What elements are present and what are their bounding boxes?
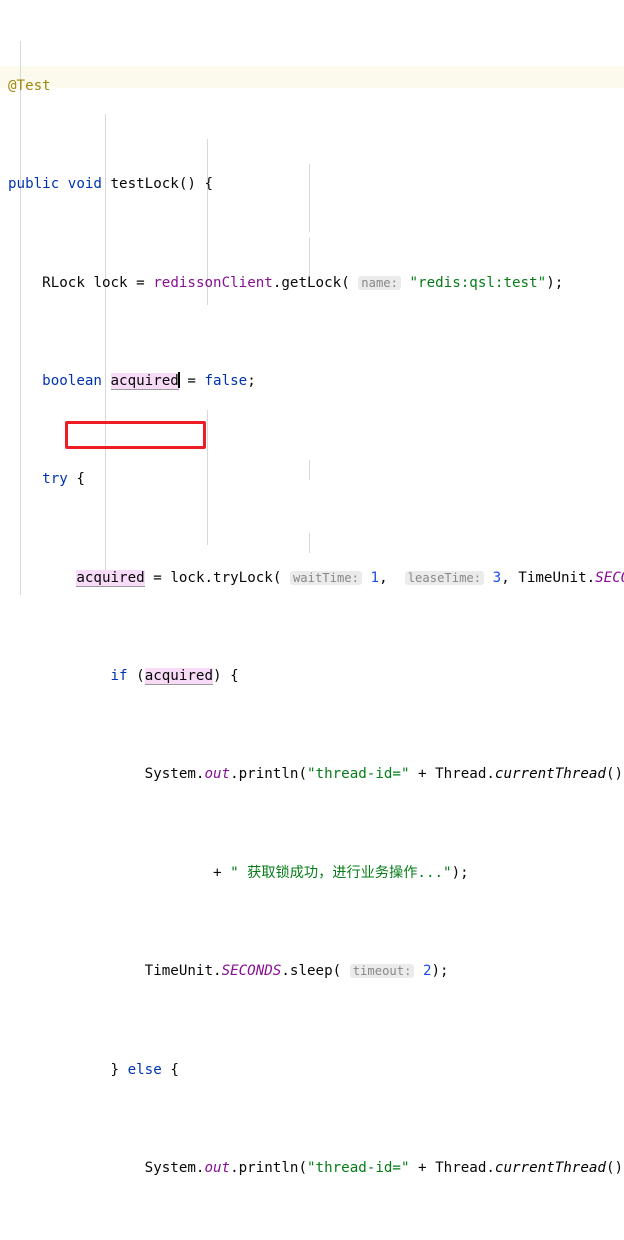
token-number-2: 2 (422, 963, 432, 980)
code-line-9[interactable]: + " 获取锁成功，进行业务操作..."); (0, 861, 624, 886)
token-punc: = (187, 372, 196, 389)
token-number-1: 1 (370, 569, 380, 586)
code-line-11[interactable]: } else { (0, 1058, 624, 1083)
token-field-out: out (204, 1159, 231, 1176)
token-punc: . (230, 766, 239, 783)
inlay-hint-timeout[interactable]: timeout: (349, 964, 415, 979)
token-punc: + (418, 766, 427, 783)
token-punc: = (136, 274, 145, 291)
code-line-3[interactable]: RLock lock = redissonClient.getLock( nam… (0, 271, 624, 296)
code-line-2[interactable]: public void testLock() { (0, 172, 624, 197)
token-class-system: System (144, 1159, 196, 1176)
text-caret (177, 371, 180, 388)
token-number-3: 3 (492, 569, 502, 586)
token-punc: (). (605, 766, 624, 783)
code-line-1[interactable]: @Test (0, 74, 624, 99)
token-punc: { (76, 471, 85, 488)
token-type-timeunit: TimeUnit (518, 569, 587, 586)
token-punc: ( (298, 766, 307, 783)
token-punc: ; (247, 372, 256, 389)
token-punc: () { (178, 176, 214, 193)
token-punc: + (418, 1159, 427, 1176)
code-line-6[interactable]: acquired = lock.tryLock( waitTime: 1, le… (0, 566, 624, 591)
token-punc: { (170, 1061, 179, 1078)
token-punc: } (110, 1061, 120, 1078)
token-punc: ) { (213, 668, 239, 685)
token-class-system: System (144, 766, 196, 783)
token-var-acquired-highlighted: acquired (144, 668, 214, 686)
token-punc: . (230, 1159, 239, 1176)
token-punc: , (501, 569, 510, 586)
token-punc: ( (272, 569, 282, 586)
token-punc: + (213, 864, 222, 881)
token-keyword-boolean: boolean (42, 372, 102, 389)
token-method-currentthread: currentThread (494, 766, 606, 783)
token-punc: ); (431, 963, 449, 980)
token-method-testlock: testLock (110, 176, 179, 193)
token-punc: . (486, 1159, 495, 1176)
code-line-5[interactable]: try { (0, 467, 624, 492)
inlay-hint-leasetime[interactable]: leaseTime: (404, 570, 485, 585)
token-field-redissonclient: redissonClient (153, 274, 273, 291)
token-punc: . (195, 766, 205, 783)
token-keyword-if: if (110, 668, 128, 685)
token-punc: . (195, 1159, 205, 1176)
token-punc: . (281, 963, 290, 980)
token-class-thread: Thread (435, 766, 487, 783)
code-line-4[interactable]: boolean acquired = false; (0, 369, 624, 394)
token-field-out: out (204, 766, 231, 783)
token-var-lock: lock (170, 569, 205, 586)
token-var-acquired-highlighted: acquired (76, 569, 145, 587)
token-keyword-else: else (127, 1061, 162, 1078)
token-const-seconds: SECONDS (221, 963, 282, 980)
code-line-8[interactable]: System.out.println("thread-id=" + Thread… (0, 762, 624, 787)
inlay-hint-waittime[interactable]: waitTime: (289, 570, 362, 585)
token-method-trylock: tryLock (213, 569, 273, 586)
token-punc: ( (341, 274, 350, 291)
inlay-hint-name[interactable]: name: (358, 275, 401, 290)
token-class-thread: Thread (435, 1159, 487, 1176)
token-keyword-public: public (8, 176, 60, 193)
code-line-12[interactable]: System.out.println("thread-id=" + Thread… (0, 1156, 624, 1181)
token-method-sleep: sleep (289, 963, 333, 980)
code-content[interactable]: @Test public void testLock() { RLock loc… (0, 0, 624, 1240)
token-var-lock: lock (93, 274, 128, 291)
token-keyword-void: void (67, 176, 102, 193)
code-line-7[interactable]: if (acquired) { (0, 664, 624, 689)
token-punc: . (213, 963, 222, 980)
token-punc: ( (136, 668, 145, 685)
token-method-println: println (238, 766, 299, 783)
token-punc: . (486, 766, 495, 783)
token-punc: (). (605, 1159, 624, 1176)
token-punc: . (586, 569, 596, 586)
token-punc: ); (546, 274, 564, 291)
token-keyword-false: false (204, 372, 248, 389)
token-punc: . (204, 569, 214, 586)
token-type-timeunit: TimeUnit (144, 963, 214, 980)
token-method-currentthread: currentThread (494, 1159, 606, 1176)
token-punc: ( (298, 1159, 307, 1176)
code-line-10[interactable]: TimeUnit.SECONDS.sleep( timeout: 2); (0, 959, 624, 984)
token-var-acquired-highlighted: acquired (110, 372, 179, 390)
token-punc: ); (451, 864, 469, 881)
token-string-acquire-success: " 获取锁成功，进行业务操作..." (230, 864, 452, 881)
token-const-seconds: SECONDS (595, 569, 624, 586)
token-string-threadid: "thread-id=" (306, 766, 410, 783)
token-method-getlock: getLock (281, 274, 342, 291)
code-editor[interactable]: @Test public void testLock() { RLock loc… (0, 0, 624, 1176)
token-string-lockname: "redis:qsl:test" (409, 274, 547, 291)
token-punc: ( (332, 963, 342, 980)
token-type-rlock: RLock (42, 274, 85, 291)
token-punc: = (153, 569, 162, 586)
token-punc: , (379, 569, 388, 586)
token-method-println: println (238, 1159, 299, 1176)
token-string-threadid: "thread-id=" (306, 1159, 410, 1176)
token-keyword-try: try (42, 471, 68, 488)
token-annotation: @Test (8, 77, 51, 94)
